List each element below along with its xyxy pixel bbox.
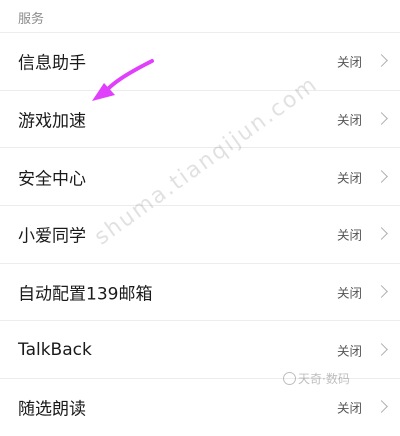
- watermark-logo: 天奇·数码: [283, 370, 350, 387]
- chevron-right-icon: [375, 285, 388, 298]
- list-item-label: TalkBack: [18, 339, 92, 360]
- status-text: 关闭: [336, 343, 362, 359]
- chevron-right-icon: [375, 227, 388, 241]
- status-text: 关闭: [336, 400, 362, 416]
- list-item-xiaoai[interactable]: 小爱同学 关闭: [0, 205, 400, 263]
- status-text: 关闭: [336, 54, 362, 70]
- list-item-message-assistant[interactable]: 信息助手 关闭: [0, 32, 400, 90]
- list-item-139-mail[interactable]: 自动配置139邮箱 关闭: [0, 262, 400, 321]
- list-item-label: 自动配置139邮箱: [18, 284, 153, 305]
- chevron-right-icon: [375, 400, 388, 414]
- status-text: 关闭: [336, 112, 362, 128]
- list-item-security-center[interactable]: 安全中心 关闭: [0, 147, 400, 205]
- list-item-label: 随选朗读: [18, 399, 86, 420]
- list-item-label: 小爱同学: [18, 226, 86, 247]
- watermark-logo-text: 天奇·数码: [298, 372, 350, 386]
- status-text: 关闭: [336, 285, 362, 301]
- status-text: 关闭: [336, 170, 362, 186]
- list-item-label: 游戏加速: [18, 111, 86, 132]
- chevron-right-icon: [375, 342, 388, 356]
- list-item-label: 安全中心: [18, 169, 86, 190]
- status-text: 关闭: [336, 227, 362, 243]
- chevron-right-icon: [375, 169, 388, 183]
- list-item-game-boost[interactable]: 游戏加速 关闭: [0, 89, 400, 148]
- chevron-right-icon: [375, 112, 388, 125]
- logo-icon: [283, 372, 296, 385]
- section-header: 服务: [18, 12, 45, 27]
- chevron-right-icon: [375, 54, 388, 68]
- list-item-label: 信息助手: [18, 53, 86, 74]
